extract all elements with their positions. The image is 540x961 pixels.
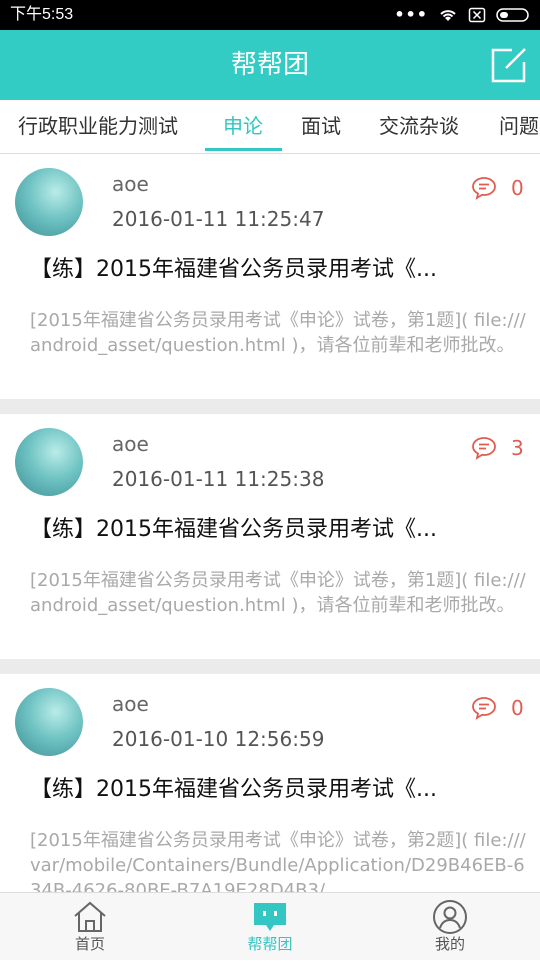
tab-questions[interactable]: 问题 [499,100,539,153]
tabbar-label: 我的 [434,935,465,953]
status-bar: 下午5:53 ••• [0,0,540,30]
post-card[interactable]: aoe 2016-01-10 12:56:59 0 【练】2015年福建省公务员… [0,674,540,892]
tabbar-label: 首页 [74,935,105,953]
tab-interview[interactable]: 面试 [301,100,341,153]
app-header: 帮帮团 [0,30,540,100]
post-username: aoe [112,172,149,196]
category-tabs: 行政职业能力测试 申论 面试 交流杂谈 问题 [0,100,540,154]
tabbar-profile[interactable]: 我的 [390,893,510,961]
no-sim-icon [468,7,486,23]
comment-count: 0 [511,176,524,200]
post-timestamp: 2016-01-11 11:25:38 [112,467,325,491]
post-timestamp: 2016-01-11 11:25:47 [112,207,325,231]
avatar[interactable] [15,168,83,236]
post-excerpt: [2015年福建省公务员录用考试《申论》试卷，第2题]( file:///var… [30,830,526,892]
tab-essay[interactable]: 申论 [223,100,263,153]
tabbar-label: 帮帮团 [247,935,293,953]
status-icons: ••• [394,5,532,25]
battery-icon [496,8,529,22]
post-excerpt: [2015年福建省公务员录用考试《申论》试卷，第1题]( file:///and… [30,570,526,616]
tab-aptitude-test[interactable]: 行政职业能力测试 [18,100,178,153]
post-username: aoe [112,432,149,456]
page-title: 帮帮团 [230,50,309,80]
chat-bubble-icon [254,903,286,931]
avatar[interactable] [15,428,83,496]
comment-icon[interactable] [471,436,497,460]
wifi-icon [440,10,456,21]
home-icon [74,901,106,932]
post-card[interactable]: aoe 2016-01-11 11:25:38 3 【练】2015年福建省公务员… [0,414,540,659]
active-tab-indicator [205,148,282,151]
post-card[interactable]: aoe 2016-01-11 11:25:47 0 【练】2015年福建省公务员… [0,154,540,399]
card-divider [0,399,540,414]
comment-count: 3 [511,436,524,460]
tabbar-home[interactable]: 首页 [30,893,150,961]
post-title[interactable]: 【练】2015年福建省公务员录用考试《... [30,774,510,806]
card-divider [0,659,540,674]
status-time: 下午5:53 [10,6,74,23]
comment-icon[interactable] [471,696,497,720]
post-title[interactable]: 【练】2015年福建省公务员录用考试《... [30,254,510,286]
tabbar-bangbangtuan[interactable]: 帮帮团 [210,893,330,961]
comment-icon[interactable] [471,176,497,200]
bottom-tab-bar: 首页 帮帮团 我的 [0,892,540,960]
tab-discussion[interactable]: 交流杂谈 [379,100,459,153]
post-timestamp: 2016-01-10 12:56:59 [112,727,325,751]
post-username: aoe [112,692,149,716]
comment-count: 0 [511,696,524,720]
post-feed[interactable]: aoe 2016-01-11 11:25:47 0 【练】2015年福建省公务员… [0,154,540,892]
profile-icon [433,900,467,934]
compose-icon[interactable] [490,46,528,84]
more-dots-icon: ••• [394,5,428,24]
avatar[interactable] [15,688,83,756]
post-excerpt: [2015年福建省公务员录用考试《申论》试卷，第1题]( file:///and… [30,310,526,356]
post-title[interactable]: 【练】2015年福建省公务员录用考试《... [30,514,510,546]
